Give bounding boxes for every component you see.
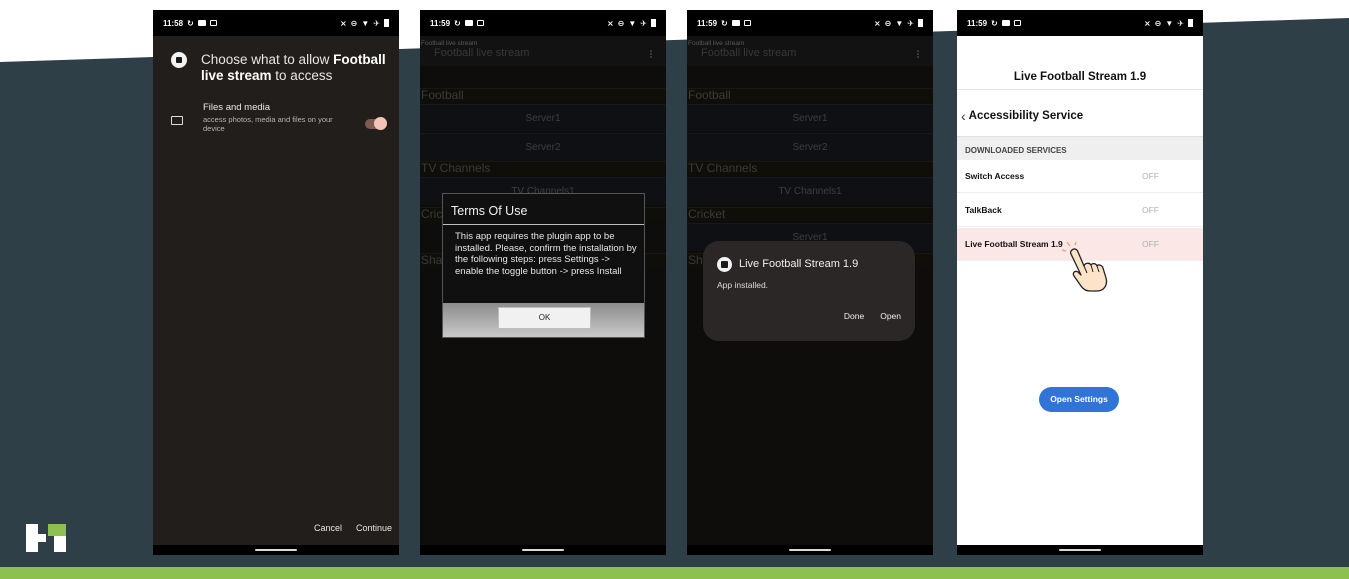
title-divider xyxy=(957,89,1203,90)
dialog-divider xyxy=(443,224,644,225)
wifi-icon: ▼ xyxy=(895,18,904,28)
toggle-knob xyxy=(374,117,387,130)
youtube-icon xyxy=(1001,20,1010,26)
sync-icon: ↻ xyxy=(454,18,461,28)
ball-icon xyxy=(171,52,187,68)
page-title: Accessibility Service xyxy=(968,110,1084,122)
nav-bar xyxy=(153,545,399,555)
phone-app-installed-screen: 11:59 ↻ ⨯ ⊖ ▼ ✈ Football live stream Foo… xyxy=(687,10,933,555)
sync-icon: ↻ xyxy=(187,18,194,28)
service-name: Switch Access xyxy=(965,171,1025,181)
dialog-title: Terms Of Use xyxy=(451,204,528,218)
sim-icon xyxy=(743,20,751,26)
sync-icon: ↻ xyxy=(991,18,998,28)
battery-icon xyxy=(918,19,923,27)
vibrate-off-icon: ⨯ xyxy=(873,18,881,28)
brand-logo xyxy=(26,524,66,552)
dialog-message: This app requires the plugin app to be i… xyxy=(455,231,637,277)
dnd-icon: ⊖ xyxy=(1154,18,1162,28)
accent-bar xyxy=(0,567,1349,579)
dialog-message: App installed. xyxy=(717,280,769,290)
chevron-left-icon[interactable]: ‹ xyxy=(961,109,966,123)
home-gesture-pill[interactable] xyxy=(255,549,297,551)
service-name: Live Football Stream 1.9 xyxy=(965,239,1063,249)
back-navigation[interactable]: ‹ Accessibility Service xyxy=(961,109,1084,123)
dnd-icon: ⊖ xyxy=(350,18,358,28)
dnd-icon: ⊖ xyxy=(884,18,892,28)
cancel-button[interactable]: Cancel xyxy=(314,523,342,533)
dialog-actions: Done Open xyxy=(844,311,901,321)
phone-terms-dialog-screen: 11:59 ↻ ⨯ ⊖ ▼ ✈ Football live stream Foo… xyxy=(420,10,666,555)
dialog-footer: OK xyxy=(443,303,644,337)
airplane-icon: ✈ xyxy=(907,18,914,28)
done-button[interactable]: Done xyxy=(844,311,864,321)
service-row-switch-access[interactable]: Switch Access OFF xyxy=(957,160,1203,193)
sim-icon xyxy=(1013,20,1021,26)
vibrate-off-icon: ⨯ xyxy=(606,18,614,28)
service-state: OFF xyxy=(1142,171,1159,181)
nav-bar xyxy=(687,545,933,555)
service-row-talkback[interactable]: TalkBack OFF xyxy=(957,194,1203,227)
status-bar: 11:58 ↻ ⨯ ⊖ ▼ ✈ xyxy=(153,10,399,36)
section-header: DOWNLOADED SERVICES xyxy=(957,136,1203,160)
sim-icon xyxy=(476,20,484,26)
sim-icon xyxy=(209,20,217,26)
status-bar: 11:59 ↻ ⨯ ⊖ ▼ ✈ xyxy=(957,10,1203,36)
permission-header: Choose what to allow Football live strea… xyxy=(171,52,391,84)
nav-bar xyxy=(420,545,666,555)
status-time: 11:59 xyxy=(430,18,451,28)
permission-text: Files and media access photos, media and… xyxy=(203,102,348,133)
app-title: Live Football Stream 1.9 xyxy=(1013,71,1147,83)
permission-description: access photos, media and files on your d… xyxy=(203,115,333,133)
service-name: TalkBack xyxy=(965,205,1002,215)
airplane-icon: ✈ xyxy=(640,18,647,28)
youtube-icon xyxy=(464,20,473,26)
status-time: 11:59 xyxy=(697,18,718,28)
app-installed-dialog: Live Football Stream 1.9 App installed. … xyxy=(703,241,915,341)
home-gesture-pill[interactable] xyxy=(1059,549,1101,551)
airplane-icon: ✈ xyxy=(1177,18,1184,28)
permission-name: Files and media xyxy=(203,102,271,113)
wifi-icon: ▼ xyxy=(1165,18,1174,28)
ball-icon xyxy=(717,257,732,272)
vibrate-off-icon: ⨯ xyxy=(1143,18,1151,28)
open-button[interactable]: Open xyxy=(880,311,901,321)
youtube-icon xyxy=(197,20,206,26)
permission-actions: Cancel Continue xyxy=(314,523,392,533)
permission-title: Choose what to allow Football live strea… xyxy=(201,52,386,83)
service-state: OFF xyxy=(1142,239,1159,249)
wifi-icon: ▼ xyxy=(361,18,370,28)
hand-pointer-icon xyxy=(1062,242,1108,292)
status-time: 11:58 xyxy=(163,18,184,28)
home-gesture-pill[interactable] xyxy=(522,549,564,551)
files-media-toggle[interactable] xyxy=(365,117,387,130)
ok-button[interactable]: OK xyxy=(498,307,591,329)
continue-button[interactable]: Continue xyxy=(356,523,392,533)
open-settings-button[interactable]: Open Settings xyxy=(1039,387,1119,412)
wifi-icon: ▼ xyxy=(628,18,637,28)
status-bar: 11:59 ↻ ⨯ ⊖ ▼ ✈ xyxy=(420,10,666,36)
dnd-icon: ⊖ xyxy=(617,18,625,28)
phone-permission-screen: 11:58 ↻ ⨯ ⊖ ▼ ✈ Choose what to allow Foo… xyxy=(153,10,399,555)
status-bar: 11:59 ↻ ⨯ ⊖ ▼ ✈ xyxy=(687,10,933,36)
youtube-icon xyxy=(731,20,740,26)
sync-icon: ↻ xyxy=(721,18,728,28)
battery-icon xyxy=(651,19,656,27)
vibrate-off-icon: ⨯ xyxy=(339,18,347,28)
airplane-icon: ✈ xyxy=(373,18,380,28)
battery-icon xyxy=(1188,19,1193,27)
status-time: 11:59 xyxy=(967,18,988,28)
service-state: OFF xyxy=(1142,205,1159,215)
battery-icon xyxy=(384,19,389,27)
home-gesture-pill[interactable] xyxy=(789,549,831,551)
terms-of-use-dialog: Terms Of Use This app requires the plugi… xyxy=(442,193,645,338)
dialog-title: Live Football Stream 1.9 xyxy=(739,258,859,270)
folder-icon xyxy=(171,116,183,125)
nav-bar xyxy=(957,545,1203,555)
